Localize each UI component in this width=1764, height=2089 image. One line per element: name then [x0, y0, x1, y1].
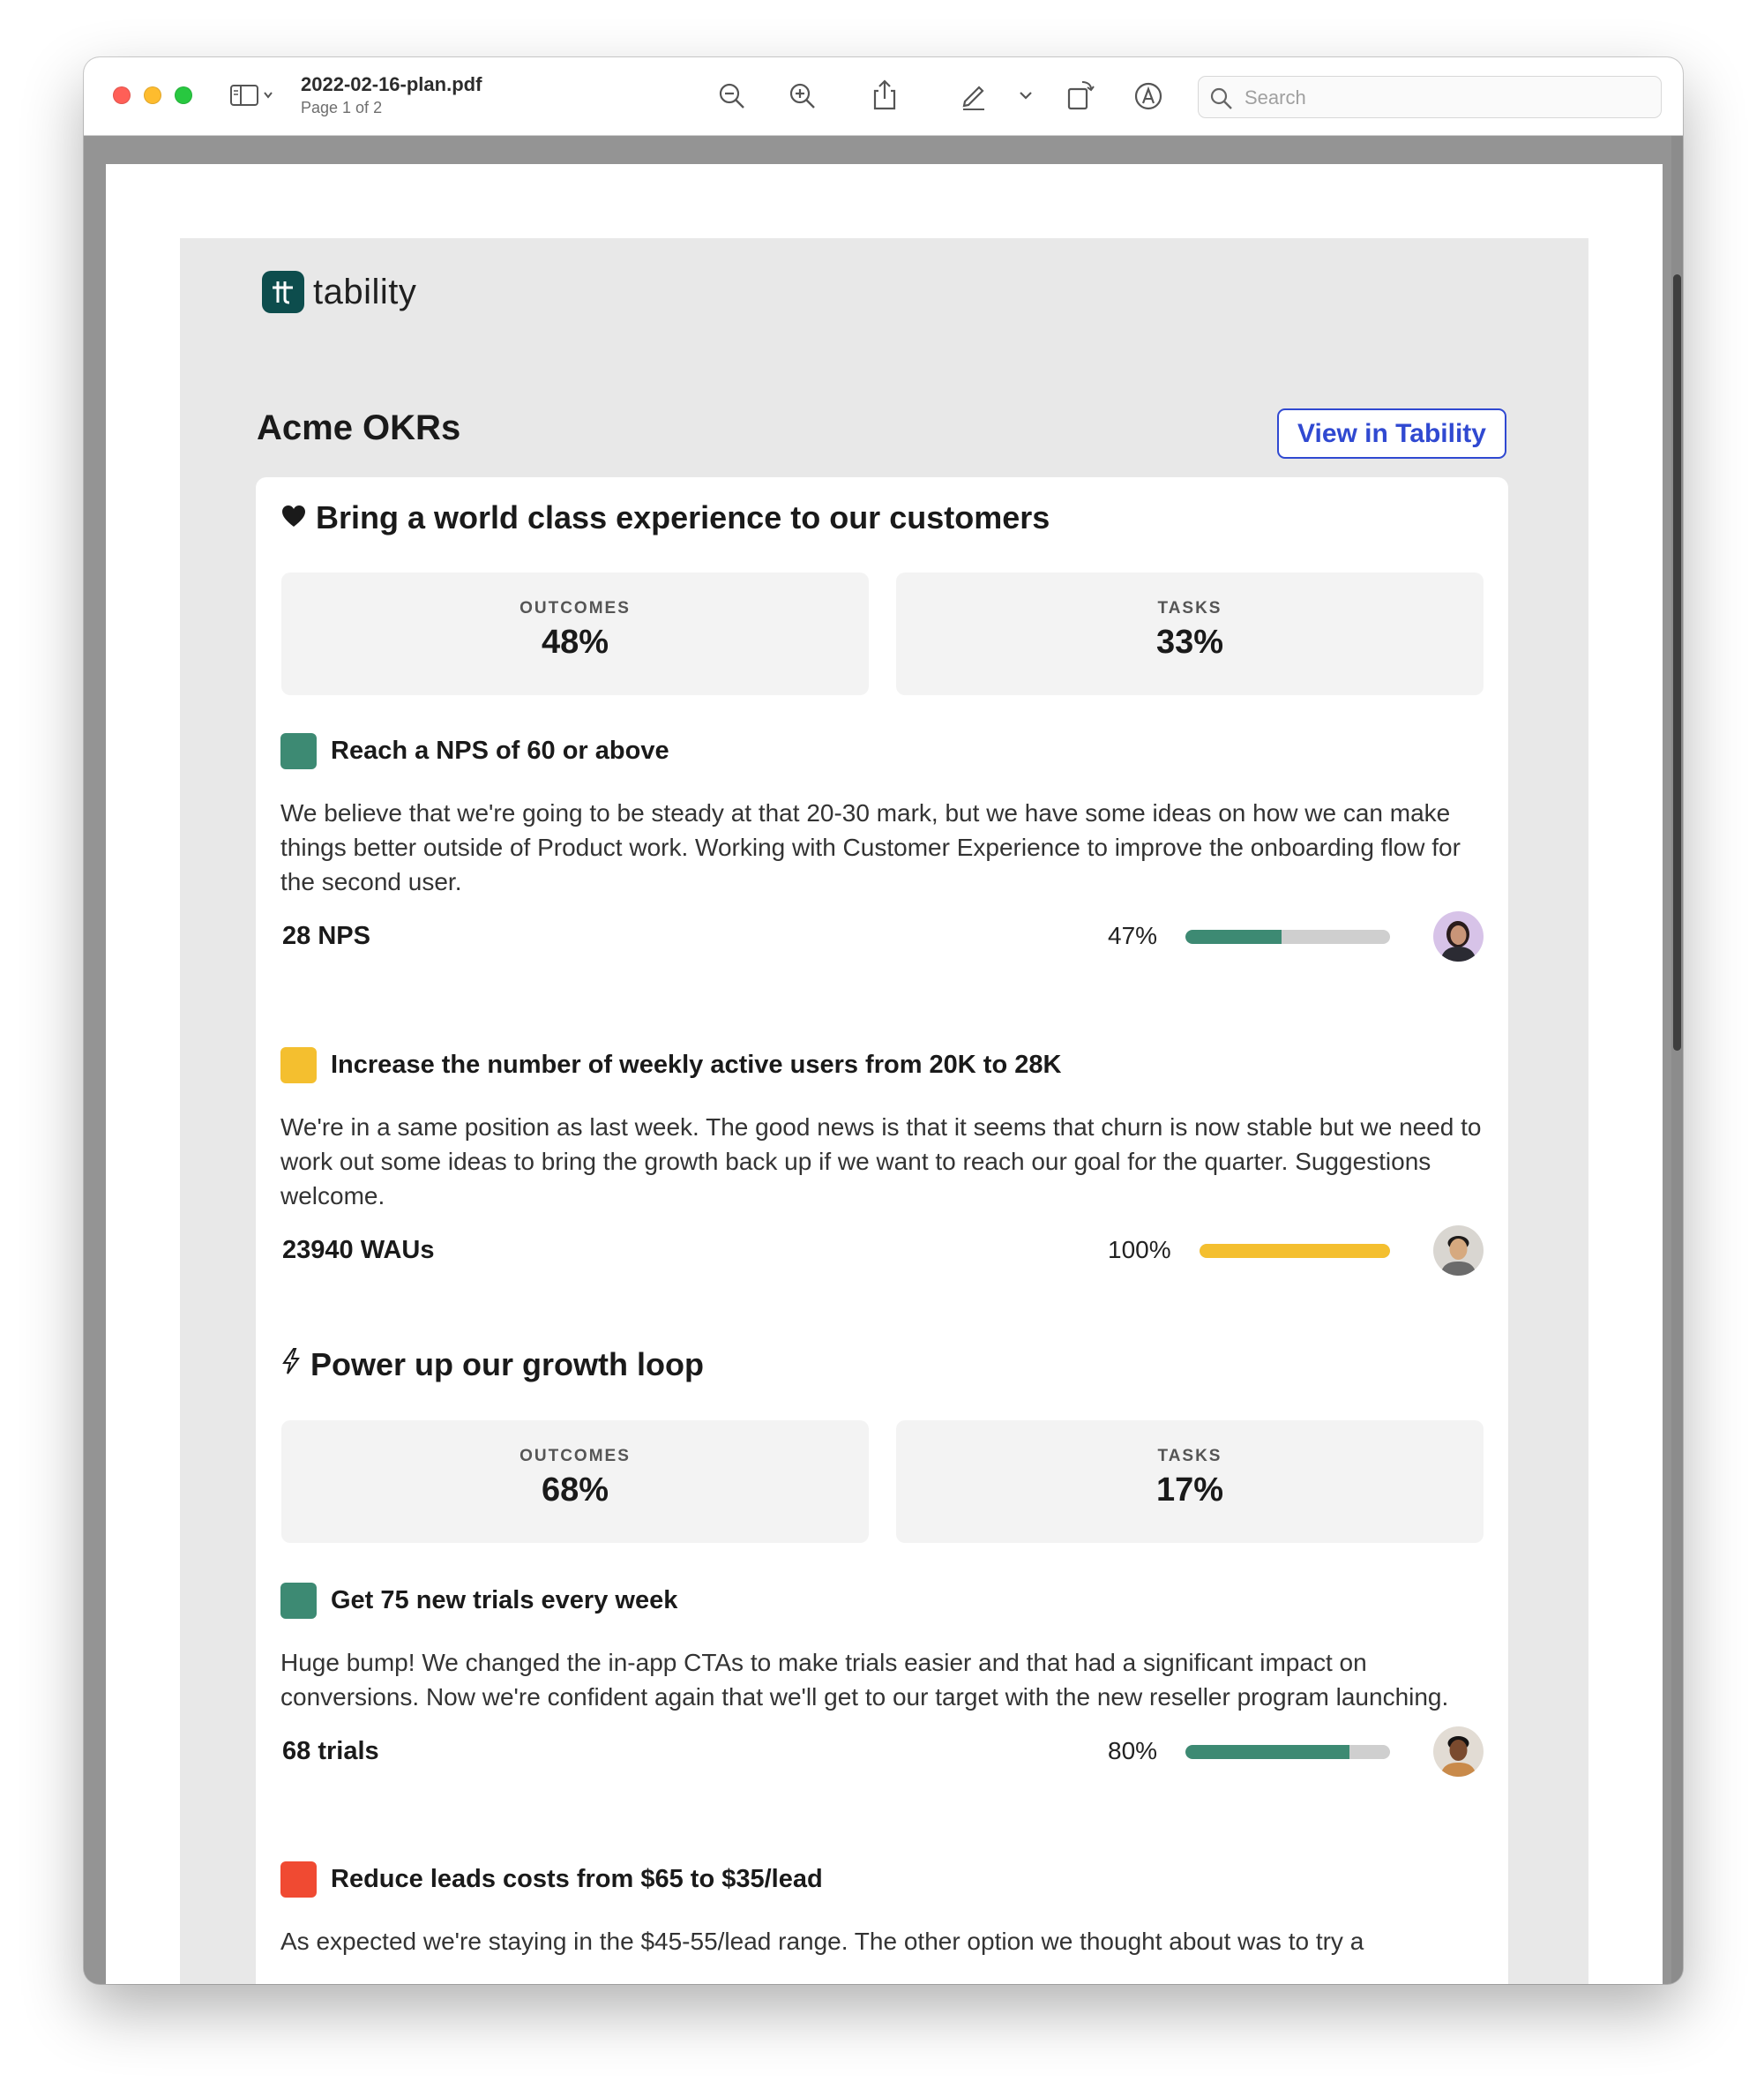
title-bar: 2022-02-16-plan.pdf Page 1 of 2: [84, 57, 1683, 136]
key-result-description: Huge bump! We changed the in-app CTAs to…: [280, 1649, 1449, 1711]
document-title: 2022-02-16-plan.pdf: [301, 73, 482, 95]
outcomes-stat: OUTCOMES 48%: [281, 573, 869, 695]
tasks-stat: TASKS 17%: [896, 1420, 1484, 1543]
tasks-value: 33%: [1155, 624, 1224, 661]
outcomes-label: OUTCOMES: [519, 1447, 631, 1465]
key-result-metric: 23940 WAUs: [282, 1236, 435, 1264]
tasks-label: TASKS: [1157, 1447, 1222, 1465]
progress-fill: [1185, 930, 1282, 944]
pdf-viewport[interactable]: tability Acme OKRs View in Tability Brin…: [84, 136, 1671, 1984]
key-result-metric: 28 NPS: [282, 922, 370, 950]
outcomes-value: 48%: [541, 624, 609, 661]
key-result: Reach a NPS of 60 or above We believe th…: [280, 732, 1484, 962]
minimize-window-button[interactable]: [144, 86, 161, 104]
status-indicator: [280, 732, 317, 769]
progress-percent: 47%: [1108, 922, 1158, 949]
status-indicator: [280, 1582, 317, 1619]
okr-plan-title: Acme OKRs: [257, 408, 461, 447]
outcomes-value: 68%: [541, 1471, 609, 1509]
key-result: Increase the number of weekly active use…: [280, 1046, 1484, 1277]
key-result-title: Reach a NPS of 60 or above: [331, 736, 669, 765]
close-window-button[interactable]: [113, 86, 131, 104]
status-indicator: [280, 1861, 317, 1898]
objective-title: Bring a world class experience to our cu…: [280, 499, 1050, 536]
key-result-title: Reduce leads costs from $65 to $35/lead: [331, 1864, 823, 1893]
owner-avatar: [1433, 1726, 1484, 1777]
sidebar-toggle-icon[interactable]: [229, 82, 277, 109]
key-result-title: Increase the number of weekly active use…: [331, 1050, 1062, 1079]
markup-pen-icon[interactable]: [958, 80, 990, 112]
preview-window: 2022-02-16-plan.pdf Page 1 of 2 Search t…: [84, 57, 1683, 1984]
progress-percent: 80%: [1108, 1737, 1158, 1764]
email-body: tability Acme OKRs View in Tability Brin…: [180, 238, 1588, 1984]
pdf-page: tability Acme OKRs View in Tability Brin…: [106, 164, 1663, 1984]
outcomes-stat: OUTCOMES 68%: [281, 1420, 869, 1543]
vertical-scrollbar[interactable]: [1671, 136, 1683, 1984]
lightning-icon: [280, 1346, 302, 1383]
markup-menu-chevron-icon[interactable]: [1018, 89, 1034, 101]
page-indicator: Page 1 of 2: [301, 99, 383, 116]
heart-icon: [280, 499, 307, 536]
logo-text: tability: [313, 272, 417, 311]
zoom-in-icon[interactable]: [788, 81, 818, 111]
progress-bar: [1200, 1244, 1390, 1258]
progress-bar: [1185, 930, 1390, 944]
rotate-icon[interactable]: [1065, 79, 1096, 112]
progress-fill: [1185, 1745, 1349, 1759]
tability-logo-icon: [262, 271, 304, 313]
progress-percent: 100%: [1108, 1236, 1171, 1263]
search-field[interactable]: [1198, 76, 1662, 119]
tasks-stat: TASKS 33%: [896, 573, 1484, 695]
annotate-circle-icon[interactable]: [1133, 81, 1163, 111]
status-indicator: [280, 1046, 317, 1083]
progress-fill: [1200, 1244, 1390, 1258]
owner-avatar: [1433, 1225, 1484, 1276]
progress-bar: [1185, 1745, 1390, 1759]
scrollbar-thumb[interactable]: [1673, 274, 1681, 1051]
search-input[interactable]: [1243, 77, 1652, 119]
tability-logo: tability: [262, 271, 416, 313]
fullscreen-window-button[interactable]: [175, 86, 192, 104]
search-icon: [1210, 87, 1232, 109]
key-result: Reduce leads costs from $65 to $35/lead …: [280, 1861, 1484, 1958]
key-result-description: We're in a same position as last week. T…: [280, 1113, 1482, 1209]
share-icon[interactable]: [870, 79, 900, 112]
okr-card: Bring a world class experience to our cu…: [256, 477, 1508, 1984]
objective-title: Power up our growth loop: [280, 1346, 704, 1383]
outcomes-label: OUTCOMES: [519, 599, 631, 618]
zoom-out-icon[interactable]: [717, 81, 747, 111]
key-result: Get 75 new trials every week Huge bump! …: [280, 1582, 1484, 1778]
tasks-value: 17%: [1155, 1471, 1224, 1509]
key-result-title: Get 75 new trials every week: [331, 1585, 678, 1614]
key-result-description: We believe that we're going to be steady…: [280, 799, 1461, 895]
tasks-label: TASKS: [1157, 599, 1222, 618]
key-result-description: As expected we're staying in the $45-55/…: [280, 1928, 1364, 1955]
key-result-metric: 68 trials: [282, 1737, 379, 1765]
view-in-tability-button[interactable]: View in Tability: [1277, 408, 1506, 459]
owner-avatar: [1433, 911, 1484, 962]
